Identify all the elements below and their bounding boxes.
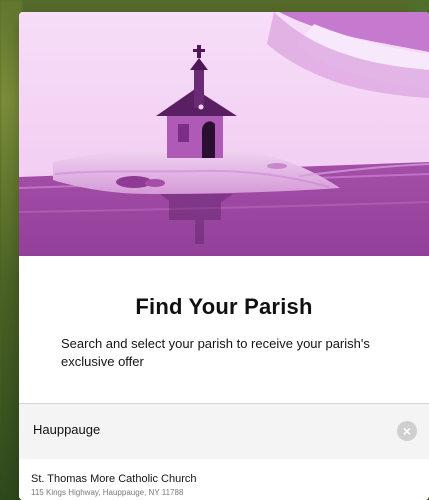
search-input[interactable] [33, 415, 403, 443]
find-parish-modal: Find Your Parish Search and select your … [19, 12, 429, 500]
result-church-name: St. Thomas More Catholic Church [31, 473, 197, 485]
clear-icon[interactable]: × [397, 421, 417, 441]
page-title: Find Your Parish [135, 294, 313, 319]
result-church-address: 115 Kings Highway, Hauppauge, NY 11788 [31, 488, 184, 497]
hero-illustration [19, 12, 429, 256]
church-illustration [19, 12, 429, 256]
modal-content: Find Your Parish Search and select your … [19, 256, 429, 500]
search-field-container[interactable]: × [19, 403, 429, 461]
search-result-item[interactable]: St. Thomas More Catholic Church 115 King… [19, 459, 429, 500]
page-subtitle: Search and select your parish to receive… [61, 336, 370, 369]
